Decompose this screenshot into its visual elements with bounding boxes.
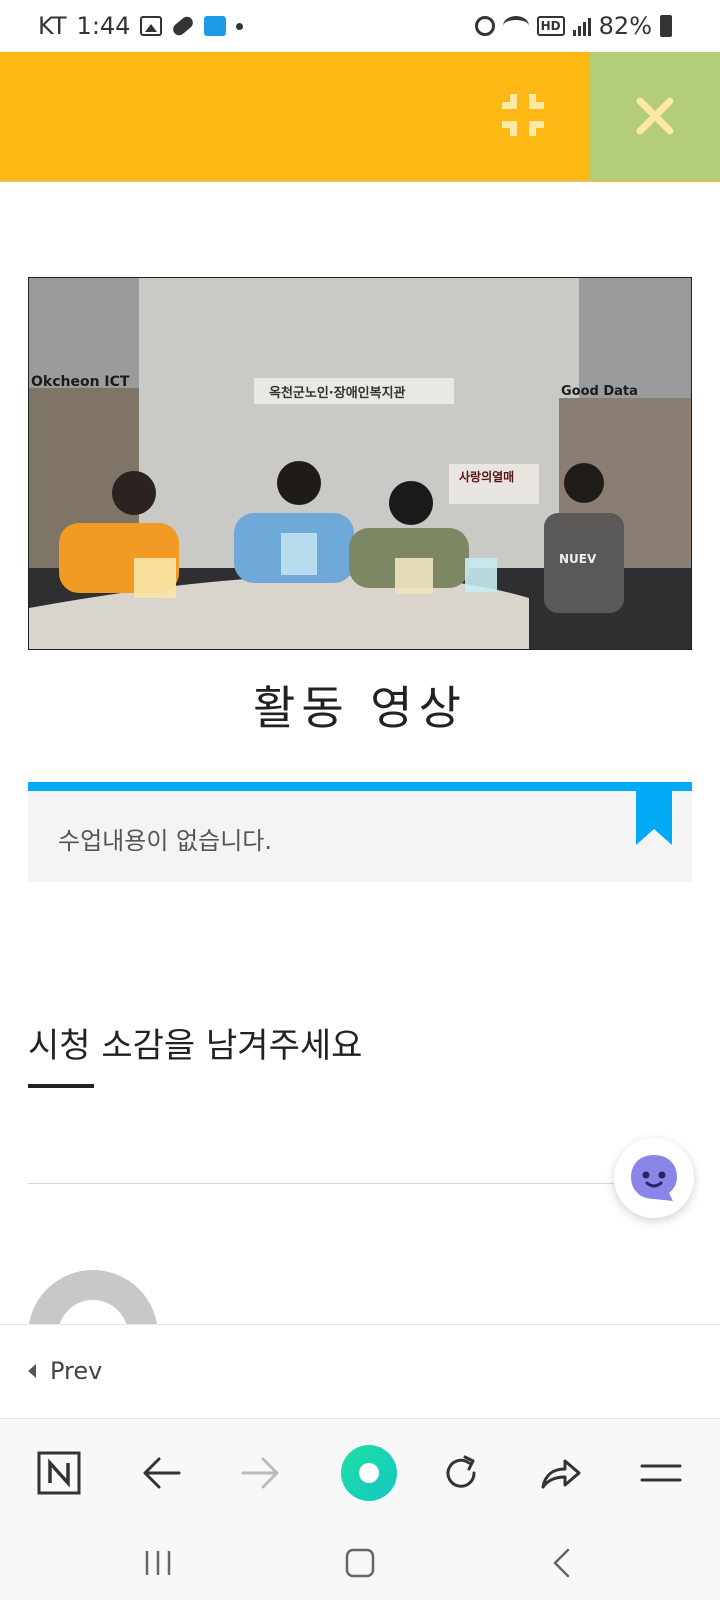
recent-apps-button[interactable]	[128, 1538, 188, 1588]
video-header-bar	[0, 52, 720, 182]
notice-box: 수업내용이 없습니다.	[28, 782, 692, 882]
prev-link[interactable]: Prev	[28, 1357, 102, 1385]
sign-left: Okcheon ICT	[31, 374, 130, 390]
activity-photo: Okcheon ICT 옥천군노인·장애인복지관 Good Data 사랑의열매…	[28, 277, 692, 650]
refresh-button[interactable]	[429, 1441, 493, 1505]
feedback-title: 시청 소감을 남겨주세요	[28, 1026, 363, 1066]
refresh-icon	[446, 1455, 476, 1488]
status-right: HD 82%	[474, 12, 672, 40]
hd-voice-icon: HD	[536, 16, 565, 36]
back-icon	[553, 1548, 570, 1578]
green-dot-button[interactable]	[329, 1433, 409, 1513]
recent-apps-icon	[145, 1551, 171, 1575]
system-nav-bar	[0, 1528, 720, 1600]
alarm-icon	[474, 16, 495, 36]
sign-poster: 사랑의열매	[459, 470, 515, 484]
menu-button[interactable]	[629, 1441, 693, 1505]
status-left: KT 1:44	[38, 12, 244, 40]
carrier-label: KT	[38, 12, 67, 40]
more-notifications-icon	[236, 22, 244, 30]
chatbot-icon	[631, 1155, 677, 1201]
activity-photo-illustration	[29, 278, 691, 649]
naver-n-icon	[37, 1451, 81, 1495]
chatbot-button[interactable]	[614, 1138, 694, 1218]
browser-toolbar	[0, 1418, 720, 1528]
battery-percent: 82%	[598, 12, 652, 40]
pill-notification-icon	[171, 14, 196, 38]
notice-text: 수업내용이 없습니다.	[58, 827, 272, 855]
home-button[interactable]	[330, 1538, 390, 1588]
home-icon	[345, 1548, 375, 1578]
divider	[28, 1183, 628, 1184]
bookmark-icon	[636, 789, 672, 845]
back-button[interactable]	[129, 1441, 193, 1505]
menu-icon	[640, 1464, 682, 1482]
back-arrow-icon	[143, 1457, 181, 1489]
signal-icon	[572, 16, 591, 36]
sign-right: Good Data	[561, 384, 638, 399]
close-icon	[636, 97, 674, 135]
green-dot-icon	[341, 1445, 397, 1501]
shrink-icon	[502, 94, 544, 136]
system-back-button[interactable]	[532, 1538, 592, 1588]
close-button[interactable]	[590, 52, 720, 180]
clock: 1:44	[76, 12, 131, 40]
share-button[interactable]	[529, 1441, 593, 1505]
shrink-button[interactable]	[500, 92, 546, 138]
pager-bar: Prev	[0, 1324, 720, 1418]
caret-left-icon	[28, 1364, 36, 1378]
naver-home-button[interactable]	[27, 1441, 91, 1505]
prev-label: Prev	[50, 1357, 103, 1385]
page-title: 활동 영상	[253, 681, 467, 735]
forward-button[interactable]	[229, 1441, 293, 1505]
share-icon	[541, 1459, 581, 1489]
shirt-text: NUEV	[559, 552, 597, 566]
image-notification-icon	[140, 16, 163, 36]
sign-center: 옥천군노인·장애인복지관	[269, 386, 406, 401]
wallet-notification-icon	[204, 16, 227, 36]
battery-icon	[660, 15, 672, 37]
status-bar: KT 1:44 HD 82%	[0, 0, 720, 52]
wifi-icon	[502, 16, 529, 36]
title-underline	[28, 1084, 94, 1088]
forward-arrow-icon	[241, 1457, 279, 1489]
